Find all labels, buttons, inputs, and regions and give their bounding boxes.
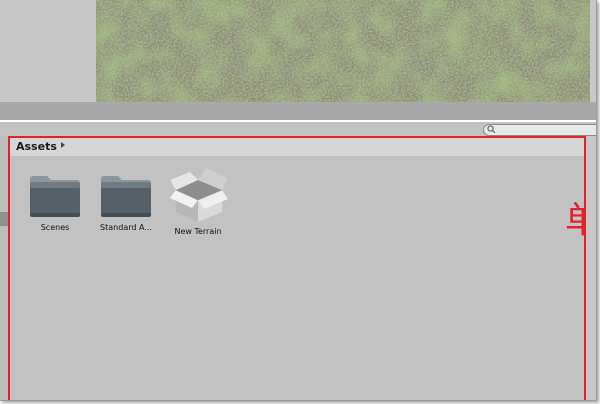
asset-item-new-terrain[interactable]: New Terrain xyxy=(162,166,234,237)
scene-view[interactable] xyxy=(96,0,590,102)
panel-splitter[interactable] xyxy=(0,102,596,120)
terrain-texture xyxy=(96,0,590,102)
folder-icon xyxy=(30,176,80,217)
asset-item-standard-assets[interactable]: Standard A... xyxy=(90,173,162,233)
asset-item-scenes[interactable]: Scenes xyxy=(19,173,91,233)
folder-icon xyxy=(101,176,151,217)
scene-view-edge xyxy=(590,0,596,102)
hierarchy-panel-area xyxy=(0,0,96,102)
search-input[interactable] xyxy=(483,124,596,136)
breadcrumb-assets[interactable]: Assets xyxy=(16,140,57,154)
terrain-asset-icon xyxy=(170,168,228,222)
asset-label: Scenes xyxy=(40,223,70,232)
breadcrumb xyxy=(10,138,590,157)
breadcrumb-arrow-icon xyxy=(61,142,65,148)
editor-window: Assets Scenes Standard A... New Terrain xyxy=(0,0,597,401)
asset-label: Standard A... xyxy=(100,223,152,232)
right-edge-strip xyxy=(586,136,596,400)
asset-label: New Terrain xyxy=(174,227,222,236)
annotation-glyph: 单 xyxy=(565,201,586,241)
left-sidebar-strip xyxy=(0,136,10,400)
search-icon xyxy=(487,125,496,133)
sidebar-collapse-handle[interactable] xyxy=(0,212,8,226)
